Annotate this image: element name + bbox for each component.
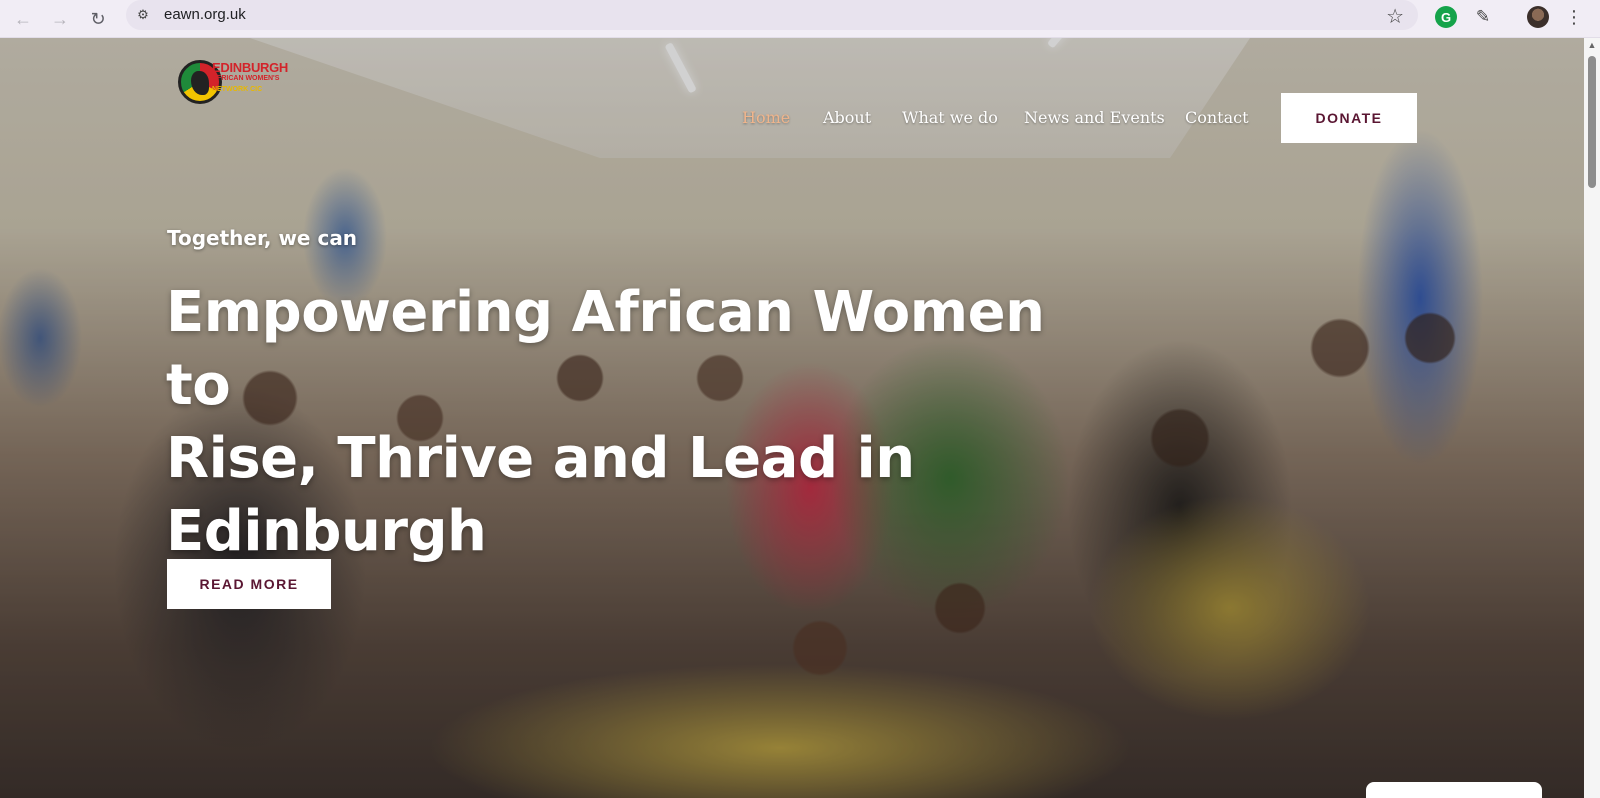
nav-contact[interactable]: Contact [1185, 108, 1249, 127]
back-button[interactable]: ← [9, 5, 37, 33]
puzzle-icon[interactable]: ✎ [1472, 6, 1494, 28]
avatar[interactable] [1527, 6, 1549, 28]
nav-what-we-do[interactable]: What we do [902, 108, 998, 127]
logo-text: EDINBURGH AFRICAN WOMEN'S NETWORK CIC [212, 60, 289, 93]
hero-title-line: Empowering African Women to [166, 280, 1045, 418]
floating-widget-edge[interactable] [1366, 782, 1542, 798]
nav-news-and-events[interactable]: News and Events [1024, 108, 1165, 127]
browser-toolbar: ← → ↻ ⚙ eawn.org.uk ☆ G ✎ ⋮ [0, 0, 1600, 38]
scroll-thumb[interactable] [1588, 56, 1596, 188]
arrow-right-icon: → [51, 8, 69, 29]
nav-about[interactable]: About [823, 108, 871, 127]
grammarly-icon[interactable]: G [1435, 6, 1457, 28]
hero-title-line: Edinburgh [166, 499, 487, 564]
url-text[interactable]: eawn.org.uk [164, 6, 246, 23]
star-icon[interactable]: ☆ [1386, 4, 1404, 29]
read-more-button[interactable]: READ MORE [167, 559, 331, 609]
reload-icon: ↻ [90, 8, 106, 29]
arrow-left-icon: ← [14, 8, 32, 29]
reload-button[interactable]: ↻ [84, 5, 112, 33]
site-settings-icon[interactable]: ⚙ [134, 6, 152, 24]
page-scrollbar[interactable]: ▲ [1584, 38, 1600, 798]
nav-home[interactable]: Home [742, 108, 790, 127]
donate-button[interactable]: DONATE [1281, 93, 1417, 143]
address-bar[interactable]: ⚙ eawn.org.uk ☆ [126, 0, 1418, 30]
site-logo[interactable]: EDINBURGH AFRICAN WOMEN'S NETWORK CIC [178, 56, 288, 108]
hero-title: Empowering African Women to Rise, Thrive… [166, 276, 1126, 568]
hero-kicker: Together, we can [167, 226, 358, 250]
more-vert-icon[interactable]: ⋮ [1563, 6, 1585, 28]
forward-button[interactable]: → [46, 5, 74, 33]
hero-title-line: Rise, Thrive and Lead in [166, 426, 915, 491]
scroll-up-icon[interactable]: ▲ [1587, 40, 1597, 50]
